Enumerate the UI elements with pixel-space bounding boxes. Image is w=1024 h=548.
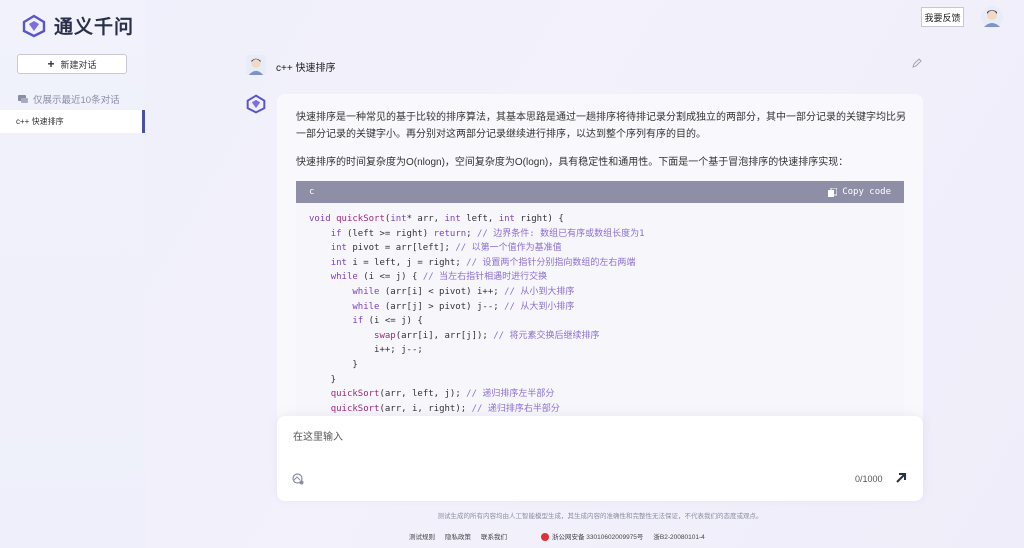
upload-image-icon[interactable]: [292, 473, 304, 485]
answer-paragraph: 快速排序的时间复杂度为O(nlogn)，空间复杂度为O(logn)，具有稳定性和…: [296, 157, 849, 168]
code-line: if (left >= right) return; // 边界条件: 数组已有…: [330, 228, 645, 239]
code-line: if (i <= j) {: [352, 316, 423, 327]
code-line: int i = left, j = right; // 设置两个指针分别指向数组…: [330, 257, 636, 268]
code-block: void quickSort(int* arr, int left, int r…: [296, 203, 904, 424]
copy-icon: [828, 187, 838, 197]
code-line: while (arr[i] < pivot) i++; // 从小到大排序: [352, 286, 575, 297]
app-name: 通义千问: [54, 17, 135, 38]
user-avatar[interactable]: [981, 6, 1003, 28]
sidebar: 通义千问 + 新建对话 仅展示最近10条对话 c++ 快速排序: [0, 0, 145, 548]
chat-input[interactable]: [291, 426, 895, 448]
footer-link-privacy[interactable]: 隐私政策: [445, 531, 471, 541]
code-language: c: [309, 187, 315, 197]
footer: 测试规则 隐私政策 联系我们 浙公网安备 33010602009975号 浙B2…: [409, 531, 705, 542]
footer-link-contact[interactable]: 联系我们: [481, 531, 507, 541]
code-line: }: [309, 374, 337, 385]
beian-info[interactable]: 浙公网安备 33010602009975号: [541, 531, 644, 542]
edit-icon[interactable]: [912, 58, 922, 68]
plus-icon: +: [47, 57, 55, 71]
feedback-label: 我要反馈: [924, 12, 961, 23]
chat-input-box: 0/1000: [277, 416, 923, 501]
code-line: quickSort(arr, left, j); // 递归排序左半部分: [330, 389, 555, 400]
assistant-avatar: [246, 94, 266, 114]
history-hint-text: 仅展示最近10条对话: [33, 95, 120, 106]
new-chat-button[interactable]: + 新建对话: [17, 54, 127, 74]
code-line: i++; j--;: [309, 345, 423, 356]
code-block-header: c Copy code: [296, 181, 904, 203]
disclaimer: 测试生成的所有内容均由人工智能模型生成，其生成内容的准确性和完整性无法保证，不代…: [437, 513, 763, 520]
send-icon[interactable]: [895, 472, 907, 484]
assistant-answer: 快速排序是一种常见的基于比较的排序算法，其基本思路是通过一趟排序将待排记录分割成…: [277, 94, 923, 424]
code-line: while (i <= j) { // 当左右指针相遇时进行交换: [330, 272, 548, 283]
copy-code-label: Copy code: [842, 187, 891, 197]
history-hint: 仅展示最近10条对话: [18, 92, 120, 106]
tongyi-logo-icon: [22, 14, 46, 37]
new-chat-label: 新建对话: [60, 59, 97, 70]
user-message-avatar: [246, 55, 266, 75]
feedback-button[interactable]: 我要反馈: [921, 7, 964, 27]
chat-bubble-icon: [18, 94, 28, 103]
code-line: while (arr[j] > pivot) j--; // 从大到小排序: [352, 301, 575, 312]
copy-code-button[interactable]: Copy code: [828, 187, 891, 197]
history-item-title: c++ 快速排序: [16, 117, 64, 126]
footer-link-rules[interactable]: 测试规则: [409, 531, 435, 541]
icp-info[interactable]: 浙B2-20080101-4: [653, 531, 704, 541]
code-line: int pivot = arr[left]; // 以第一个值作为基准值: [330, 243, 562, 254]
code-line: }: [309, 359, 358, 370]
police-badge-icon: [541, 533, 549, 542]
code-line: swap(arr[i], arr[j]); // 将元素交换后继续排序: [374, 330, 600, 341]
history-item[interactable]: c++ 快速排序: [0, 110, 145, 133]
answer-paragraph: 快速排序是一种常见的基于比较的排序算法，其基本思路是通过一趟排序将待排记录分割成…: [296, 112, 906, 140]
code-line: quickSort(arr, i, right); // 递归排序右半部分: [330, 403, 560, 414]
beian-text: 浙公网安备 33010602009975号: [552, 534, 644, 541]
user-message: c++ 快速排序: [276, 63, 336, 74]
code-line: void quickSort(int* arr, int left, int r…: [309, 214, 564, 224]
char-counter: 0/1000: [855, 474, 883, 484]
app-logo[interactable]: 通义千问: [22, 12, 134, 39]
